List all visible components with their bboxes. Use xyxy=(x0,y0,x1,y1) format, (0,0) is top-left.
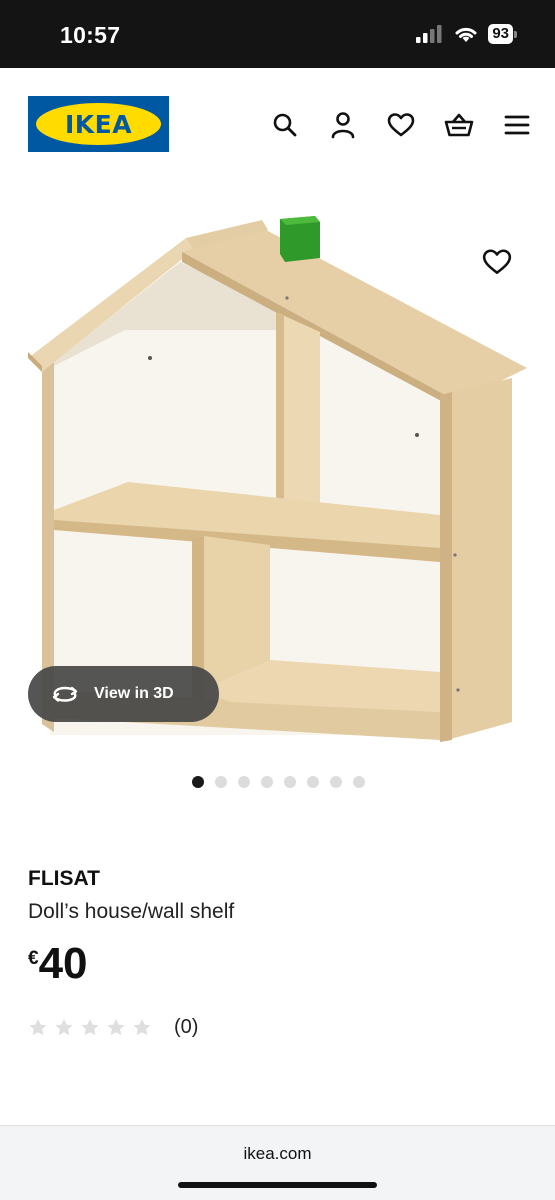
view-in-3d-button[interactable]: View in 3D xyxy=(28,666,219,722)
product-price: € 40 xyxy=(28,940,88,988)
rating-stars xyxy=(28,1018,152,1037)
status-time: 10:57 xyxy=(60,22,121,48)
favourites-button[interactable] xyxy=(386,110,416,140)
cart-button[interactable] xyxy=(444,110,474,140)
price-value: 40 xyxy=(38,939,88,988)
star-icon xyxy=(107,1019,125,1036)
rating-count: (0) xyxy=(174,1016,199,1038)
heart-icon xyxy=(387,113,415,137)
price-currency: € xyxy=(28,948,39,969)
favorite-button[interactable] xyxy=(482,248,514,278)
menu-button[interactable] xyxy=(502,110,532,140)
status-bar: 10:57 93 xyxy=(0,0,555,68)
star-icon xyxy=(133,1019,151,1036)
product-description: Doll’s house/wall shelf xyxy=(28,900,235,923)
star-icon xyxy=(55,1019,73,1036)
status-indicators: 93 xyxy=(416,24,517,44)
logo-text: IKEA xyxy=(64,109,133,139)
carousel-dot[interactable] xyxy=(284,776,296,788)
ikea-logo[interactable]: IKEA xyxy=(28,96,169,152)
image-carousel-dots xyxy=(192,776,365,788)
star-icon xyxy=(81,1019,99,1036)
browser-url-bar[interactable]: ikea.com xyxy=(0,1125,555,1200)
star-icon xyxy=(29,1019,47,1036)
logo-oval: IKEA xyxy=(36,103,161,145)
url-text[interactable]: ikea.com xyxy=(0,1144,555,1164)
battery-indicator: 93 xyxy=(488,24,517,44)
carousel-dot[interactable] xyxy=(238,776,250,788)
view-in-3d-label: View in 3D xyxy=(94,685,174,702)
search-button[interactable] xyxy=(270,110,300,140)
product-name: FLISAT xyxy=(28,867,100,890)
carousel-dot[interactable] xyxy=(192,776,204,788)
heart-icon xyxy=(482,249,512,274)
cellular-signal-icon xyxy=(416,25,442,43)
battery-tip xyxy=(514,30,517,38)
carousel-dot[interactable] xyxy=(330,776,342,788)
search-icon xyxy=(273,113,297,137)
carousel-dot[interactable] xyxy=(215,776,227,788)
home-indicator[interactable] xyxy=(178,1182,377,1188)
account-button[interactable] xyxy=(328,110,358,140)
carousel-dot[interactable] xyxy=(307,776,319,788)
wifi-icon xyxy=(455,27,477,42)
header-actions xyxy=(270,110,532,140)
menu-icon xyxy=(504,115,530,135)
user-icon xyxy=(331,112,355,139)
product-rating[interactable]: (0) xyxy=(28,1016,198,1039)
site-header: IKEA xyxy=(0,68,555,178)
battery-level: 93 xyxy=(488,24,513,44)
carousel-dot[interactable] xyxy=(261,776,273,788)
rotate-3d-icon xyxy=(52,686,78,702)
basket-icon xyxy=(444,113,474,137)
carousel-dot[interactable] xyxy=(353,776,365,788)
